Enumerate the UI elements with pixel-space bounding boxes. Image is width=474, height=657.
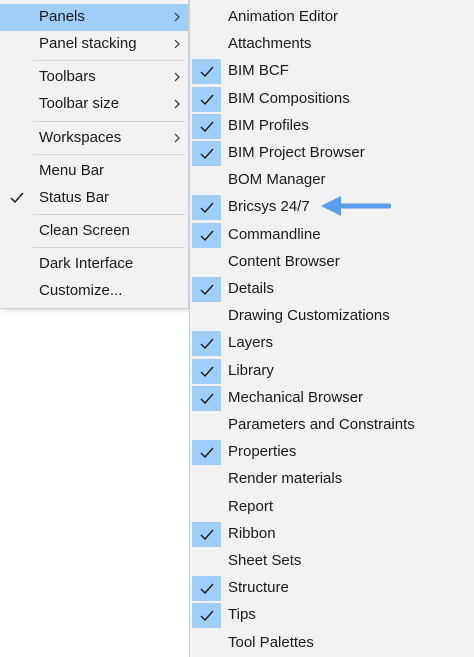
panel-item-drawing-customizations[interactable]: Drawing Customizations <box>190 303 474 330</box>
menu-item-dark-interface[interactable]: Dark Interface <box>0 251 188 278</box>
menu-item-customize[interactable]: Customize... <box>0 278 188 305</box>
menu-item-workspaces[interactable]: Workspaces <box>0 125 188 152</box>
panel-item-content-browser[interactable]: Content Browser <box>190 249 474 276</box>
panel-item-commandline[interactable]: Commandline <box>190 222 474 249</box>
panel-item-attachments[interactable]: Attachments <box>190 31 474 58</box>
view-menu: Panels Panel stacking Toolbars Toolbar s… <box>0 0 189 309</box>
checkmark-icon <box>192 440 221 465</box>
panel-item-label: Layers <box>228 334 274 351</box>
panel-item-bim-project-browser[interactable]: BIM Project Browser <box>190 140 474 167</box>
panel-item-label: Report <box>228 498 274 515</box>
panel-item-layers[interactable]: Layers <box>190 330 474 357</box>
chevron-right-icon <box>174 72 180 82</box>
menu-item-label: Customize... <box>39 282 123 299</box>
chevron-right-icon <box>174 99 180 109</box>
menu-item-label: Clean Screen <box>39 222 130 239</box>
checkmark-icon <box>192 386 221 411</box>
menu-separator <box>33 154 185 155</box>
panel-item-label: BOM Manager <box>228 171 326 188</box>
checkmark-icon <box>192 195 221 220</box>
menu-item-label: Workspaces <box>39 129 122 146</box>
panel-item-label: Attachments <box>228 35 312 52</box>
panel-item-label: Drawing Customizations <box>228 307 390 324</box>
menu-item-toolbar-size[interactable]: Toolbar size <box>0 91 188 118</box>
panel-item-mechanical-browser[interactable]: Mechanical Browser <box>190 385 474 412</box>
panel-item-structure[interactable]: Structure <box>190 575 474 602</box>
panel-item-details[interactable]: Details <box>190 276 474 303</box>
menu-separator <box>33 214 185 215</box>
menu-item-label: Toolbars <box>39 68 96 85</box>
panel-item-label: Details <box>228 280 274 297</box>
checkmark-icon <box>192 141 221 166</box>
menu-item-label: Panel stacking <box>39 35 137 52</box>
panel-item-label: Properties <box>228 443 297 460</box>
menu-separator <box>33 247 185 248</box>
menu-separator <box>33 121 185 122</box>
panel-item-bim-compositions[interactable]: BIM Compositions <box>190 86 474 113</box>
panel-item-label: Render materials <box>228 470 343 487</box>
panel-item-label: Tips <box>228 606 256 623</box>
checkmark-icon <box>192 576 221 601</box>
chevron-right-icon <box>174 39 180 49</box>
panel-item-label: Content Browser <box>228 253 340 270</box>
checkmark-icon <box>192 331 221 356</box>
chevron-right-icon <box>174 12 180 22</box>
panel-item-label: Bricsys 24/7 <box>228 198 310 215</box>
menu-item-label: Toolbar size <box>39 95 120 112</box>
menu-item-label: Menu Bar <box>39 162 105 179</box>
panel-item-render-materials[interactable]: Render materials <box>190 466 474 493</box>
chevron-right-icon <box>174 133 180 143</box>
checkmark-icon <box>192 87 221 112</box>
menu-item-panels[interactable]: Panels <box>0 4 188 31</box>
menu-item-label: Status Bar <box>39 189 110 206</box>
panel-item-label: Ribbon <box>228 525 276 542</box>
panel-item-label: Animation Editor <box>228 8 339 25</box>
panel-item-label: Library <box>228 362 274 379</box>
menu-separator <box>33 60 185 61</box>
panel-item-label: Mechanical Browser <box>228 389 364 406</box>
panel-item-ribbon[interactable]: Ribbon <box>190 521 474 548</box>
panel-item-label: Sheet Sets <box>228 552 302 569</box>
menu-item-label: Panels <box>39 8 85 25</box>
panel-item-bim-profiles[interactable]: BIM Profiles <box>190 113 474 140</box>
panel-item-label: Structure <box>228 579 289 596</box>
checkmark-icon <box>192 277 221 302</box>
menu-item-status-bar[interactable]: Status Bar <box>0 185 188 212</box>
menu-item-panel-stacking[interactable]: Panel stacking <box>0 31 188 58</box>
panel-item-tips[interactable]: Tips <box>190 602 474 629</box>
panel-item-properties[interactable]: Properties <box>190 439 474 466</box>
panel-item-library[interactable]: Library <box>190 358 474 385</box>
panels-submenu: Animation Editor Attachments BIM BCF BIM Co… <box>189 0 474 657</box>
checkmark-icon <box>192 359 221 384</box>
panel-item-label: BIM Project Browser <box>228 144 365 161</box>
panel-item-label: BIM Profiles <box>228 117 309 134</box>
menu-item-label: Dark Interface <box>39 255 134 272</box>
panel-item-label: Commandline <box>228 226 321 243</box>
panel-item-label: Tool Palettes <box>228 634 314 651</box>
checkmark-icon <box>10 192 24 204</box>
menu-item-clean-screen[interactable]: Clean Screen <box>0 218 188 245</box>
panel-item-report[interactable]: Report <box>190 494 474 521</box>
panel-item-label: BIM Compositions <box>228 90 350 107</box>
panel-item-bom-manager[interactable]: BOM Manager <box>190 167 474 194</box>
panel-item-sheet-sets[interactable]: Sheet Sets <box>190 548 474 575</box>
panel-item-label: BIM BCF <box>228 62 289 79</box>
annotation-arrow-icon <box>321 196 391 216</box>
checkmark-icon <box>192 603 221 628</box>
checkmark-icon <box>192 223 221 248</box>
checkmark-icon <box>192 114 221 139</box>
panel-item-animation-editor[interactable]: Animation Editor <box>190 4 474 31</box>
menu-item-toolbars[interactable]: Toolbars <box>0 64 188 91</box>
menu-item-menu-bar[interactable]: Menu Bar <box>0 158 188 185</box>
checkmark-icon <box>192 522 221 547</box>
panel-item-tool-palettes[interactable]: Tool Palettes <box>190 630 474 657</box>
checkmark-icon <box>192 59 221 84</box>
panel-item-parameters-and-constraints[interactable]: Parameters and Constraints <box>190 412 474 439</box>
panel-item-label: Parameters and Constraints <box>228 416 415 433</box>
panel-item-bim-bcf[interactable]: BIM BCF <box>190 58 474 85</box>
